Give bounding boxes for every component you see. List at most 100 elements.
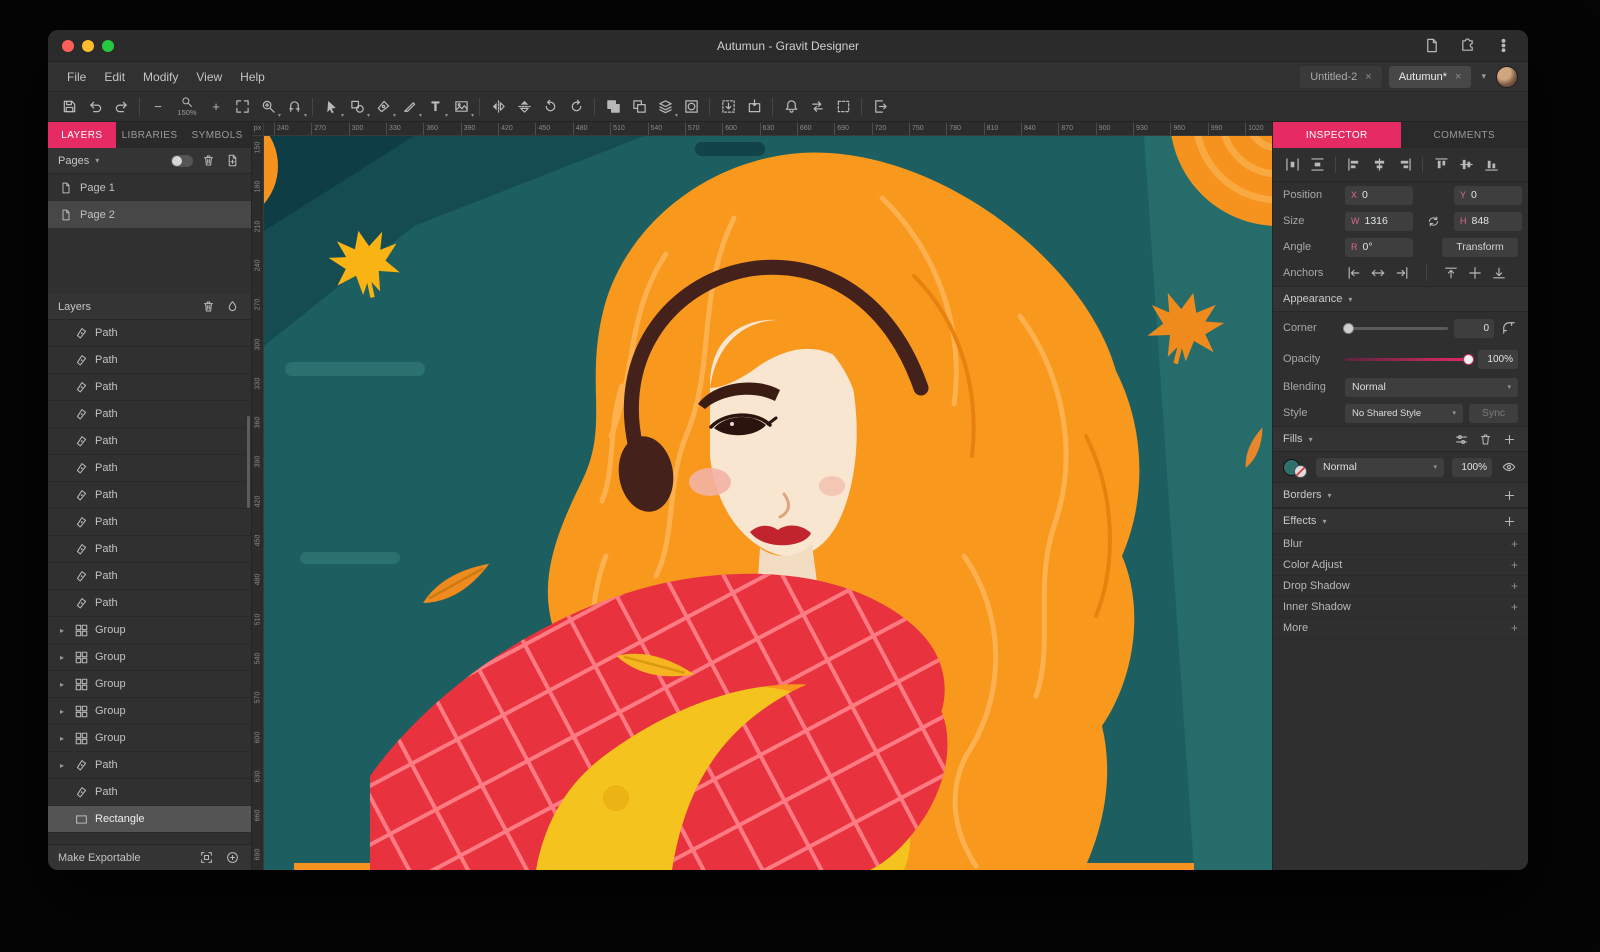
chevron-down-icon[interactable]: ▾ bbox=[95, 156, 99, 165]
save-button[interactable] bbox=[56, 95, 82, 119]
add-effect-icon[interactable]: + bbox=[1511, 537, 1518, 551]
layer-row-path-16[interactable]: ▸Path bbox=[48, 752, 251, 779]
page-preview-icon[interactable] bbox=[1422, 37, 1440, 55]
align-center-horizontal-icon[interactable] bbox=[1370, 156, 1388, 174]
minimize-window-button[interactable] bbox=[82, 40, 94, 52]
align-middle-vertical-icon[interactable] bbox=[1457, 156, 1475, 174]
distribute-vertical-icon[interactable] bbox=[1308, 156, 1326, 174]
transform-button[interactable]: Transform bbox=[1442, 238, 1518, 257]
borders-header[interactable]: Borders ▾ bbox=[1273, 482, 1528, 508]
knife-tool-button[interactable]: ▾ bbox=[396, 95, 422, 119]
trash-icon[interactable] bbox=[199, 298, 217, 316]
distribute-horizontal-icon[interactable] bbox=[1283, 156, 1301, 174]
export-slice-icon[interactable] bbox=[197, 849, 215, 867]
zoom-out-button[interactable]: − bbox=[145, 95, 171, 119]
expander-icon[interactable]: ▸ bbox=[56, 680, 68, 689]
tab-libraries[interactable]: LIBRARIES bbox=[116, 122, 184, 148]
close-tab-icon[interactable]: × bbox=[1455, 71, 1461, 83]
fill-options-icon[interactable] bbox=[1452, 430, 1470, 448]
add-effect-icon[interactable]: + bbox=[1511, 621, 1518, 635]
appearance-header[interactable]: Appearance ▾ bbox=[1273, 286, 1528, 312]
effects-header[interactable]: Effects ▾ bbox=[1273, 508, 1528, 534]
expander-icon[interactable]: ▸ bbox=[56, 761, 68, 770]
fill-opacity-value[interactable]: 100% bbox=[1452, 458, 1492, 477]
export-exit-button[interactable] bbox=[867, 95, 893, 119]
layer-row-path-17[interactable]: Path bbox=[48, 779, 251, 806]
add-fill-icon[interactable] bbox=[1500, 430, 1518, 448]
tab-comments[interactable]: COMMENTS bbox=[1401, 122, 1529, 148]
undo-button[interactable] bbox=[82, 95, 108, 119]
marquee-select-button[interactable] bbox=[830, 95, 856, 119]
layer-row-group-15[interactable]: ▸Group bbox=[48, 725, 251, 752]
layer-row-group-13[interactable]: ▸Group bbox=[48, 671, 251, 698]
tab-symbols[interactable]: SYMBOLS bbox=[183, 122, 251, 148]
import-button[interactable] bbox=[715, 95, 741, 119]
add-border-icon[interactable] bbox=[1500, 486, 1518, 504]
effect-row-inner-shadow[interactable]: Inner Shadow+ bbox=[1273, 597, 1528, 618]
effect-row-color-adjust[interactable]: Color Adjust+ bbox=[1273, 555, 1528, 576]
user-avatar[interactable] bbox=[1496, 66, 1518, 88]
add-effect-icon[interactable]: + bbox=[1511, 558, 1518, 572]
expander-icon[interactable]: ▸ bbox=[56, 707, 68, 716]
opacity-value[interactable]: 100% bbox=[1478, 350, 1518, 369]
shape-tool-button[interactable]: ▾ bbox=[344, 95, 370, 119]
doc-tab-untitled[interactable]: Untitled-2 × bbox=[1300, 66, 1382, 88]
align-top-icon[interactable] bbox=[1432, 156, 1450, 174]
text-tool-button[interactable]: T ▾ bbox=[422, 95, 448, 119]
add-effect-icon[interactable]: + bbox=[1511, 579, 1518, 593]
expander-icon[interactable]: ▸ bbox=[56, 653, 68, 662]
align-left-icon[interactable] bbox=[1345, 156, 1363, 174]
layers-scrollbar[interactable] bbox=[247, 416, 250, 508]
snap-magnet-button[interactable]: ▾ bbox=[281, 95, 307, 119]
browser-menu-icon[interactable] bbox=[1494, 37, 1512, 55]
expander-icon[interactable]: ▸ bbox=[56, 626, 68, 635]
anchor-center-icon[interactable] bbox=[1466, 264, 1484, 282]
position-y-field[interactable]: Y 0 bbox=[1454, 186, 1522, 205]
menu-edit[interactable]: Edit bbox=[95, 66, 134, 88]
menu-help[interactable]: Help bbox=[231, 66, 274, 88]
fills-header[interactable]: Fills ▾ bbox=[1273, 426, 1528, 452]
position-x-field[interactable]: X 0 bbox=[1345, 186, 1413, 205]
opacity-slider[interactable] bbox=[1345, 358, 1472, 361]
anchor-bottom-icon[interactable] bbox=[1490, 264, 1508, 282]
rotate-cw-button[interactable] bbox=[563, 95, 589, 119]
style-drop-icon[interactable] bbox=[223, 298, 241, 316]
tab-inspector[interactable]: INSPECTOR bbox=[1273, 122, 1401, 148]
subtract-button[interactable] bbox=[626, 95, 652, 119]
trash-icon[interactable] bbox=[1476, 430, 1494, 448]
pages-toggle[interactable] bbox=[171, 155, 193, 167]
effect-row-drop-shadow[interactable]: Drop Shadow+ bbox=[1273, 576, 1528, 597]
layer-row-path-9[interactable]: Path bbox=[48, 563, 251, 590]
sync-button[interactable]: Sync bbox=[1469, 404, 1518, 423]
layer-row-rectangle-18[interactable]: Rectangle bbox=[48, 806, 251, 833]
canvas-artwork[interactable] bbox=[264, 136, 1272, 870]
add-page-icon[interactable] bbox=[223, 152, 241, 170]
add-export-icon[interactable] bbox=[223, 849, 241, 867]
zoom-tool-button[interactable]: ▾ bbox=[255, 95, 281, 119]
chevron-down-icon[interactable]: ▾ bbox=[1478, 71, 1489, 82]
menu-modify[interactable]: Modify bbox=[134, 66, 187, 88]
height-field[interactable]: H 848 bbox=[1454, 212, 1522, 231]
effect-row-more[interactable]: More+ bbox=[1273, 618, 1528, 639]
layer-row-group-14[interactable]: ▸Group bbox=[48, 698, 251, 725]
zoom-level-control[interactable]: 150% bbox=[171, 94, 203, 120]
fill-secondary-swatch[interactable] bbox=[1294, 465, 1307, 478]
extensions-icon[interactable] bbox=[1458, 37, 1476, 55]
pointer-tool-button[interactable]: ▾ bbox=[318, 95, 344, 119]
redo-button[interactable] bbox=[108, 95, 134, 119]
layer-row-path-10[interactable]: Path bbox=[48, 590, 251, 617]
tab-layers[interactable]: LAYERS bbox=[48, 122, 116, 148]
notifications-bell-icon[interactable] bbox=[778, 95, 804, 119]
menu-file[interactable]: File bbox=[58, 66, 95, 88]
layer-row-path-6[interactable]: Path bbox=[48, 482, 251, 509]
anchor-horizontal-icon[interactable] bbox=[1369, 264, 1387, 282]
layer-row-group-12[interactable]: ▸Group bbox=[48, 644, 251, 671]
layer-row-path-3[interactable]: Path bbox=[48, 401, 251, 428]
add-effect-icon[interactable] bbox=[1500, 512, 1518, 530]
effect-row-blur[interactable]: Blur+ bbox=[1273, 534, 1528, 555]
image-tool-button[interactable]: ▾ bbox=[448, 95, 474, 119]
style-dropdown[interactable]: No Shared Style ▾ bbox=[1345, 404, 1463, 423]
corner-slider[interactable] bbox=[1345, 327, 1448, 330]
menu-view[interactable]: View bbox=[187, 66, 231, 88]
layer-row-path-7[interactable]: Path bbox=[48, 509, 251, 536]
